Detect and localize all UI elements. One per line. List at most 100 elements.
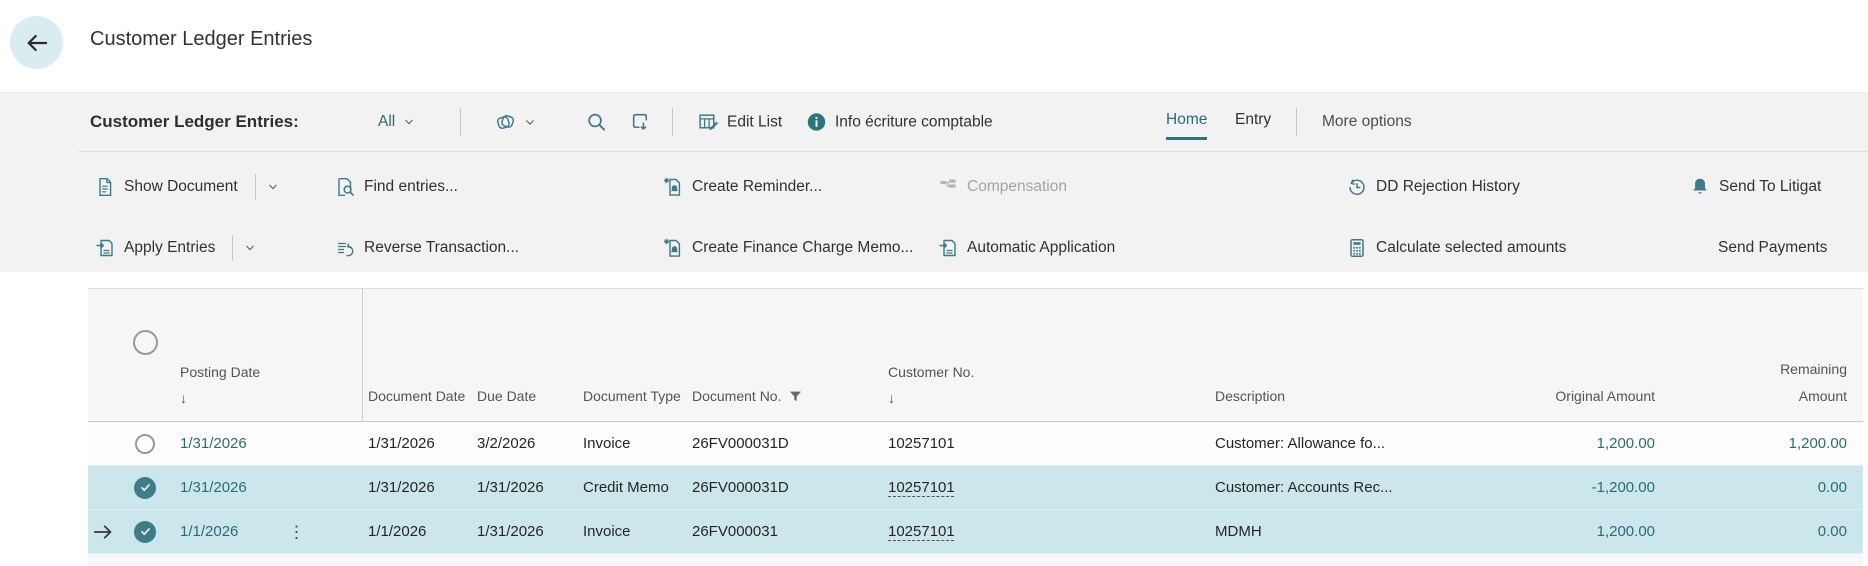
open-in-viewer-button[interactable] [630, 112, 651, 133]
table-row[interactable]: 1/31/2026 1/31/2026 3/2/2026 Invoice 26F… [88, 422, 1863, 466]
copilot-button[interactable] [495, 112, 536, 133]
description-cell[interactable]: Customer: Allowance fo... [1205, 435, 1480, 452]
document-no-cell[interactable]: 26FV000031 [685, 523, 878, 540]
arrow-left-icon [24, 30, 50, 56]
chevron-down-icon[interactable] [267, 181, 279, 193]
back-button[interactable] [10, 16, 63, 69]
column-header-posting-date[interactable]: Posting Date ↓ [170, 289, 362, 422]
action-row-2: Apply Entries Reverse Transaction... Cre… [0, 222, 1868, 273]
compensation-icon [938, 177, 958, 197]
original-amount-link[interactable]: -1,200.00 [1592, 479, 1655, 496]
document-date-cell[interactable]: 1/31/2026 [362, 479, 470, 496]
document-no-cell[interactable]: 26FV000031D [685, 479, 878, 496]
customer-no-drilldown-link[interactable]: 10257101 [888, 523, 955, 540]
column-header-original-amount[interactable]: Original Amount [1480, 289, 1660, 422]
action-ribbon: Customer Ledger Entries: All Edit List [0, 92, 1868, 272]
create-finance-charge-memo-button[interactable]: Create Finance Charge Memo... [663, 238, 913, 258]
info-ecriture-comptable-button[interactable]: Info écriture comptable [806, 112, 993, 133]
list-caption: Customer Ledger Entries: [90, 112, 299, 132]
calculate-selected-amounts-button[interactable]: Calculate selected amounts [1347, 238, 1566, 258]
row-selected-check[interactable] [134, 477, 156, 499]
view-selector[interactable]: All [378, 113, 415, 131]
bell-icon [1690, 177, 1710, 197]
apply-entries-button[interactable]: Apply Entries [95, 235, 256, 261]
chevron-down-icon [524, 116, 536, 128]
due-date-cell[interactable]: 1/31/2026 [470, 479, 578, 496]
document-type-cell[interactable]: Credit Memo [578, 479, 685, 496]
send-to-litigation-button[interactable]: Send To Litigat [1690, 177, 1821, 197]
customer-no-cell[interactable]: 10257101 [878, 435, 1205, 452]
table-row[interactable]: 1/31/2026 1/31/2026 1/31/2026 Credit Mem… [88, 466, 1863, 510]
search-icon [586, 112, 607, 133]
remaining-amount-link[interactable]: 0.00 [1818, 479, 1847, 496]
original-amount-link[interactable]: 1,200.00 [1597, 435, 1655, 452]
due-date-cell[interactable]: 1/31/2026 [470, 523, 578, 540]
reverse-transaction-button[interactable]: Reverse Transaction... [335, 238, 519, 258]
show-document-button[interactable]: Show Document [95, 174, 279, 200]
table-row[interactable]: 1/1/2026 ⋮ 1/1/2026 1/31/2026 Invoice 26… [88, 510, 1863, 554]
column-header-document-type[interactable]: Document Type [578, 289, 685, 422]
sort-descending-icon: ↓ [180, 386, 187, 410]
compensation-button: Compensation [938, 177, 1067, 197]
ledger-entries-table: Posting Date ↓ Document Date Due Date Do… [88, 288, 1863, 565]
send-payments-button[interactable]: Send Payments [1718, 239, 1827, 257]
reverse-transaction-icon [335, 238, 355, 258]
automatic-application-button[interactable]: Automatic Application [938, 238, 1115, 258]
filter-row: Customer Ledger Entries: All Edit List [0, 93, 1868, 151]
document-no-cell[interactable]: 26FV000031D [685, 435, 878, 452]
row-context-menu-icon[interactable]: ⋮ [288, 523, 305, 540]
freeze-pane-divider [362, 289, 363, 422]
column-header-customer-no[interactable]: Customer No. ↓ [878, 289, 1205, 422]
posting-date-link[interactable]: 1/31/2026 [180, 435, 247, 452]
chevron-down-icon[interactable] [244, 242, 256, 254]
history-icon [1347, 177, 1367, 197]
column-header-remaining-amount[interactable]: Remaining Amount [1660, 289, 1850, 422]
current-row-arrow-icon [92, 521, 114, 543]
divider [672, 108, 673, 136]
info-icon [806, 112, 827, 133]
more-options-button[interactable]: More options [1322, 113, 1412, 131]
document-date-cell[interactable]: 1/1/2026 [362, 523, 470, 540]
calculator-icon [1347, 238, 1367, 258]
tab-entry[interactable]: Entry [1235, 107, 1271, 140]
column-header-due-date[interactable]: Due Date [470, 289, 578, 422]
remaining-amount-link[interactable]: 0.00 [1818, 523, 1847, 540]
find-entries-icon [335, 177, 355, 197]
customer-ledger-entries-page: Customer Ledger Entries Customer Ledger … [0, 0, 1868, 566]
page-title: Customer Ledger Entries [90, 28, 312, 51]
column-header-description[interactable]: Description [1205, 289, 1480, 422]
divider [460, 108, 461, 136]
table-header-row: Posting Date ↓ Document Date Due Date Do… [88, 288, 1863, 422]
show-document-icon [95, 177, 115, 197]
document-type-cell[interactable]: Invoice [578, 523, 685, 540]
row-indicator-gutter [88, 289, 120, 421]
find-entries-button[interactable]: Find entries... [335, 177, 458, 197]
sort-descending-icon: ↓ [888, 386, 895, 410]
posting-date-link[interactable]: 1/31/2026 [180, 479, 247, 496]
create-finance-memo-icon [663, 238, 683, 258]
posting-date-link[interactable]: 1/1/2026 [180, 523, 238, 540]
column-header-document-date[interactable]: Document Date [362, 289, 470, 422]
description-cell[interactable]: MDMH [1205, 523, 1480, 540]
original-amount-link[interactable]: 1,200.00 [1597, 523, 1655, 540]
search-button[interactable] [586, 112, 607, 133]
document-type-cell[interactable]: Invoice [578, 435, 685, 452]
chevron-down-icon [403, 116, 415, 128]
due-date-cell[interactable]: 3/2/2026 [470, 435, 578, 452]
remaining-amount-link[interactable]: 1,200.00 [1789, 435, 1847, 452]
divider [1296, 108, 1297, 136]
row-selected-check[interactable] [134, 521, 156, 543]
edit-list-button[interactable]: Edit List [698, 112, 782, 133]
column-header-document-no[interactable]: Document No. [685, 289, 878, 422]
tab-home[interactable]: Home [1166, 107, 1207, 140]
select-all-circle[interactable] [133, 330, 158, 355]
check-icon [139, 481, 152, 494]
create-reminder-button[interactable]: Create Reminder... [663, 177, 822, 197]
row-select-circle[interactable] [135, 434, 155, 454]
filter-funnel-icon [788, 389, 803, 404]
dd-rejection-history-button[interactable]: DD Rejection History [1347, 177, 1520, 197]
document-date-cell[interactable]: 1/31/2026 [362, 435, 470, 452]
customer-no-drilldown-link[interactable]: 10257101 [888, 479, 955, 496]
top-bar: Customer Ledger Entries [0, 0, 1868, 92]
description-cell[interactable]: Customer: Accounts Rec... [1205, 479, 1480, 496]
